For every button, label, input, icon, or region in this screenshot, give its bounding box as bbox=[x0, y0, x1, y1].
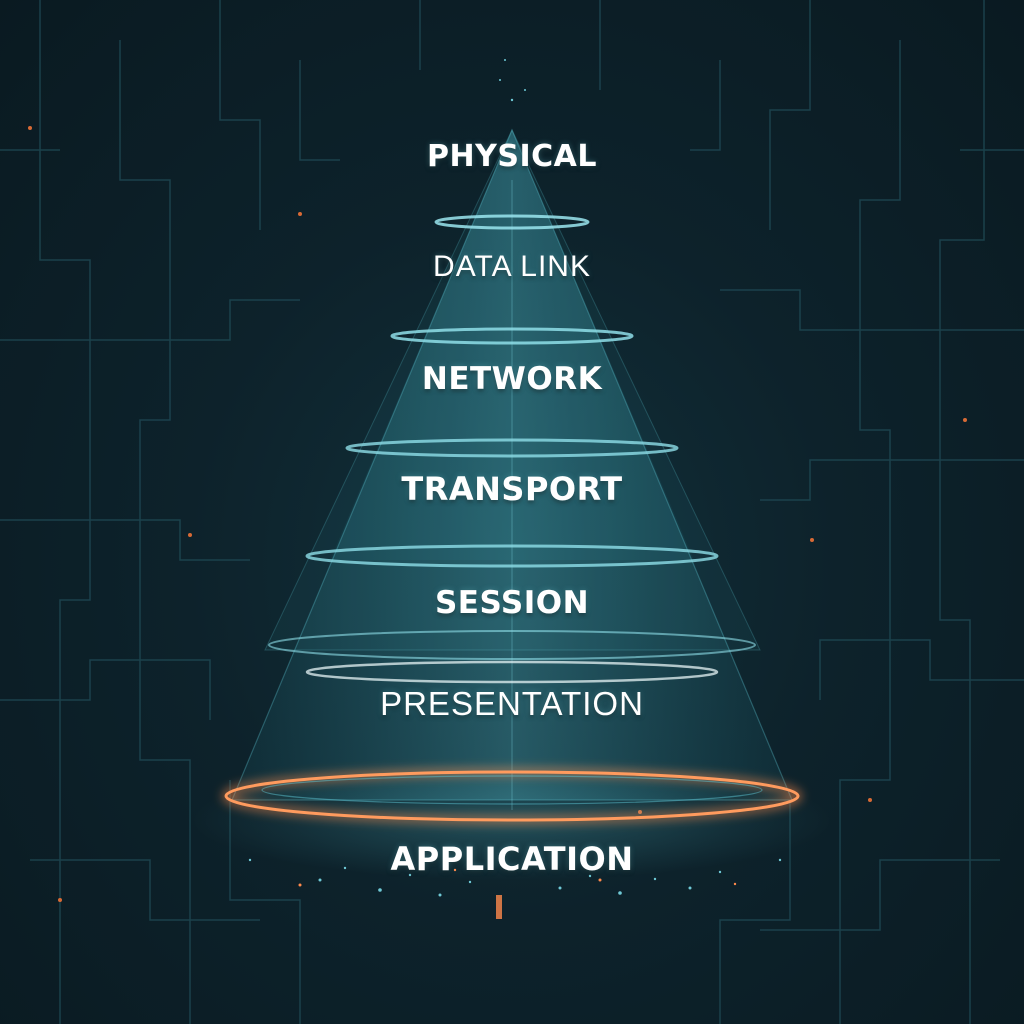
layer-label-physical: PHYSICAL bbox=[427, 139, 597, 174]
layer-label-data-link: DATA LINK bbox=[433, 250, 591, 283]
layer-label-transport: TRANSPORT bbox=[401, 470, 623, 508]
layer-label-application: APPLICATION bbox=[390, 840, 634, 878]
layer-label-network: NETWORK bbox=[421, 361, 603, 397]
osi-layer-cone-diagram: PHYSICAL DATA LINK NETWORK TRANSPORT SES… bbox=[0, 0, 1024, 1024]
layer-label-presentation: PRESENTATION bbox=[380, 685, 644, 722]
layer-label-session: SESSION bbox=[434, 585, 590, 621]
